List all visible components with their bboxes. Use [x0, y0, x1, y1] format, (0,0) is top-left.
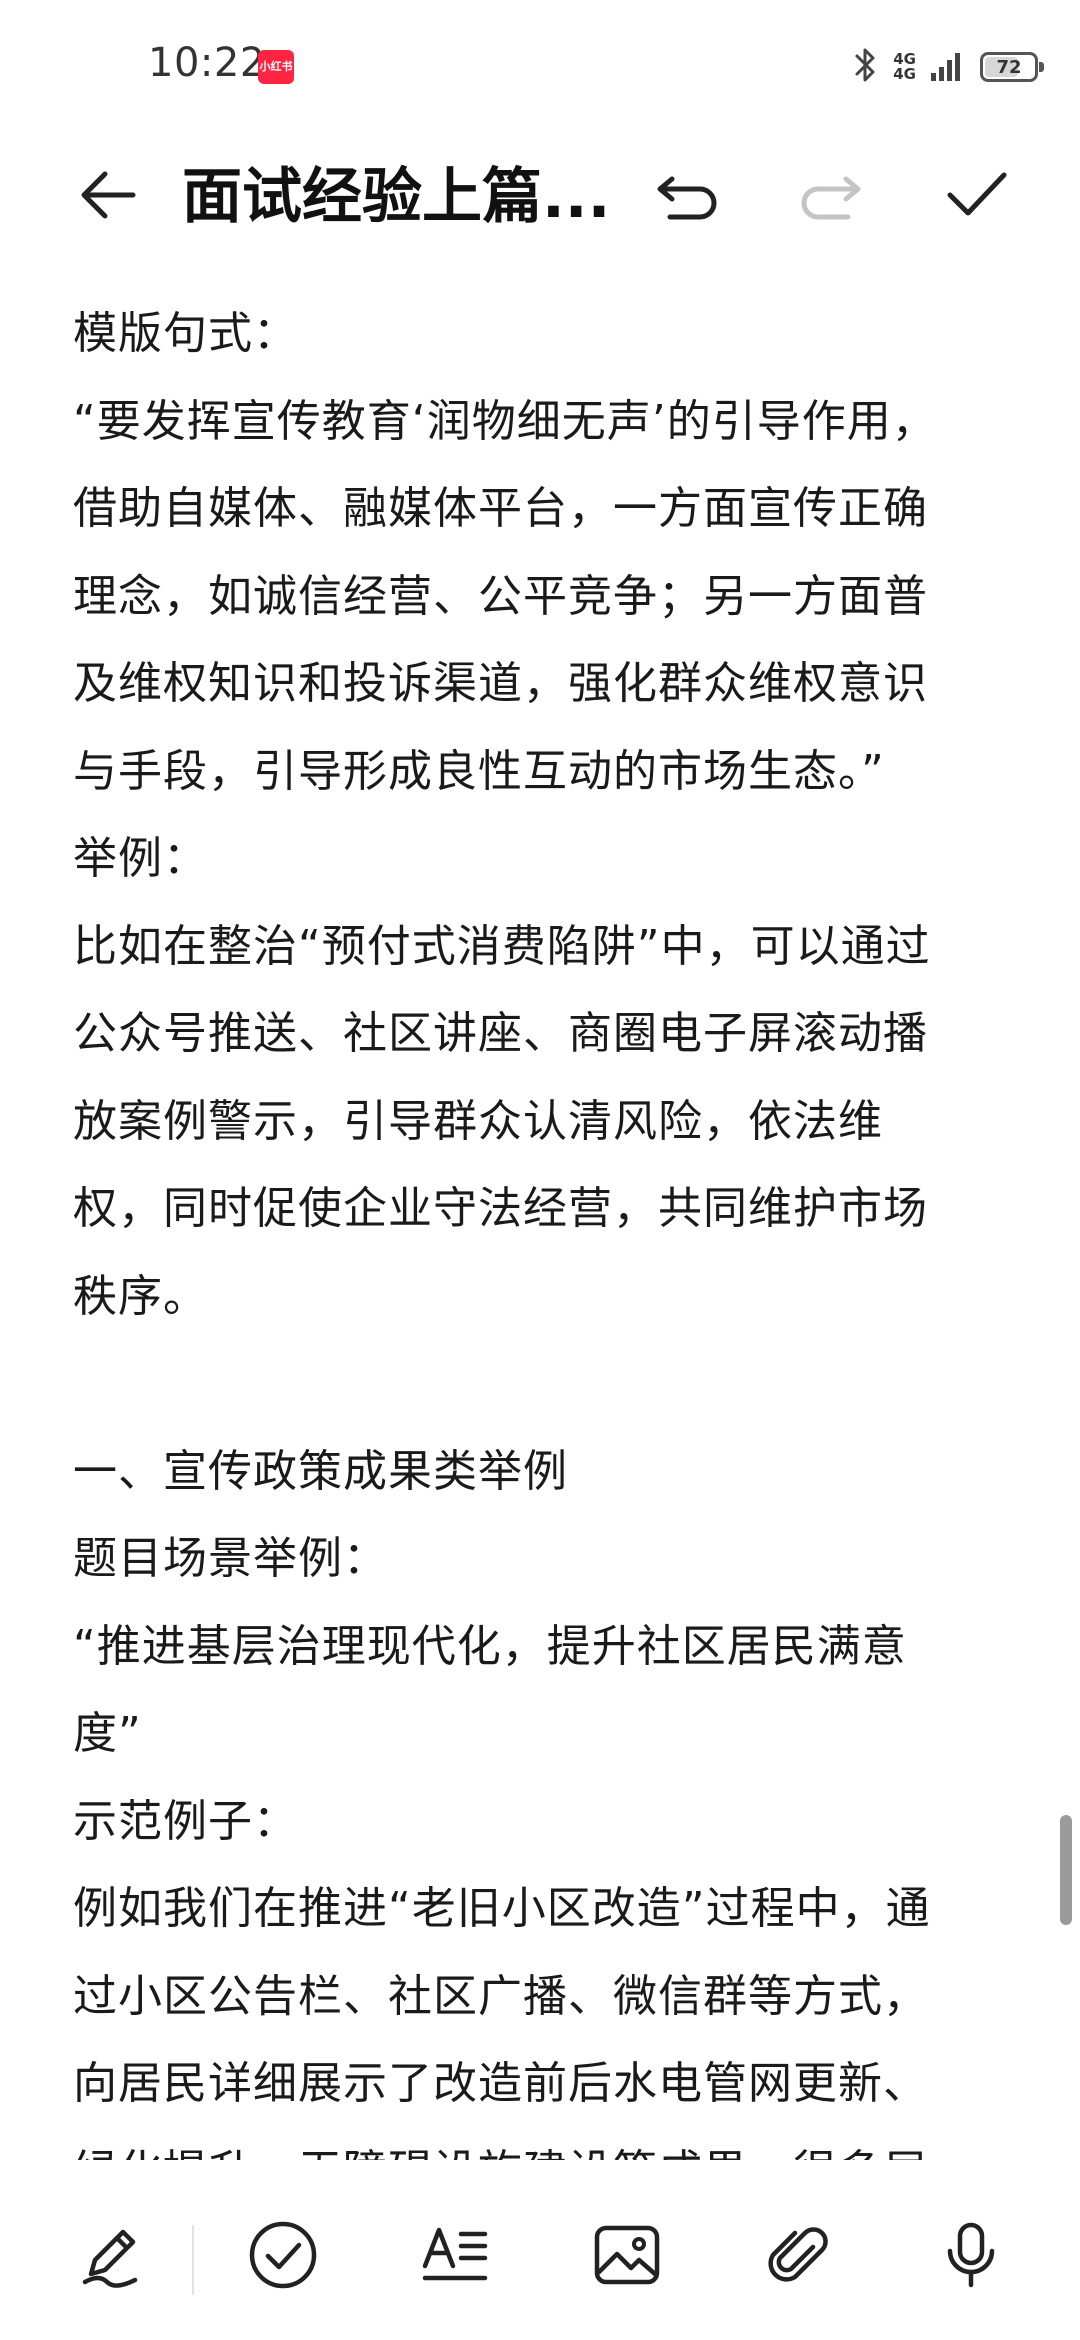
- note-paragraph: 向居民详细展示了改造前后水电管网更新、: [73, 2058, 928, 2109]
- bluetooth-icon: [853, 45, 879, 89]
- note-paragraph: 秩序。: [73, 1270, 208, 1322]
- handwriting-button[interactable]: [57, 2205, 167, 2305]
- note-paragraph: 举例：: [73, 833, 208, 884]
- xiaohongshu-notification-icon: 小红书: [258, 50, 294, 84]
- undo-icon: [657, 176, 717, 220]
- document-title: 面试经验上篇...: [182, 162, 611, 232]
- status-icons: 4G 4G 72: [853, 42, 1044, 92]
- paperclip-icon: [768, 2227, 828, 2282]
- note-paragraph: 示范例子：: [73, 1795, 298, 1847]
- checklist-button[interactable]: [228, 2205, 338, 2305]
- network-type-label: 4G 4G: [893, 50, 916, 83]
- checkmark-icon: [947, 172, 1007, 216]
- undo-button[interactable]: [637, 140, 737, 250]
- note-paragraph: 模版句式：: [73, 308, 298, 359]
- status-time: 10:22: [148, 40, 266, 86]
- note-paragraph: “推进基层治理现代化，提升社区居民满意: [73, 1620, 907, 1672]
- note-paragraph: 题目场景举例：: [73, 1533, 388, 1584]
- battery-icon: 72: [980, 52, 1044, 82]
- note-paragraph: 权，同时促使企业守法经营，共同维护市场: [73, 1183, 928, 1234]
- note-paragraph: 一、宣传政策成果类举例: [73, 1445, 568, 1497]
- note-paragraph: 理念，如诚信经营、公平竞争；另一方面普: [73, 570, 928, 622]
- note-paragraph: 公众号推送、社区讲座、商圈电子屏滚动播: [73, 1008, 928, 1059]
- attachment-button[interactable]: [744, 2205, 854, 2305]
- editor-toolbar: 面试经验上篇...: [0, 140, 1080, 250]
- battery-level: 72: [996, 56, 1022, 78]
- text-format-icon: [422, 2227, 488, 2281]
- bottom-toolbar: [0, 2185, 1080, 2325]
- note-body[interactable]: 模版句式： “要发挥宣传教育‘润物细无声’的引导作用， 借助自媒体、融媒体平台，一方…: [73, 290, 1013, 2160]
- note-paragraph: 与手段，引导形成良性互动的市场生态。”: [73, 745, 885, 797]
- check-circle-icon: [249, 2221, 317, 2289]
- microphone-icon: [947, 2222, 995, 2288]
- note-paragraph: 度”: [73, 1708, 142, 1759]
- scrollbar-thumb[interactable]: [1060, 1815, 1072, 1925]
- image-icon: [594, 2225, 660, 2285]
- insert-image-button[interactable]: [572, 2205, 682, 2305]
- back-arrow-icon: [81, 171, 136, 219]
- note-paragraph: 例如我们在推进“老旧小区改造”过程中，通: [73, 1883, 931, 1934]
- voice-input-button[interactable]: [916, 2205, 1026, 2305]
- note-paragraph: “要发挥宣传教育‘润物细无声’的引导作用，: [73, 395, 937, 447]
- note-paragraph: 比如在整治“预付式消费陷阱”中，可以通过: [73, 920, 931, 972]
- note-paragraph: 及维权知识和投诉渠道，强化群众维权意识: [73, 658, 928, 709]
- note-paragraph: 放案例警示，引导群众认清风险，依法维: [73, 1095, 883, 1147]
- signal-icon: [930, 47, 966, 87]
- note-paragraph: 绿化提升、无障碍设施建设等成果，很多居: [73, 2128, 1013, 2161]
- redo-icon: [801, 176, 861, 220]
- back-button[interactable]: [58, 140, 158, 250]
- note-paragraph: 借助自媒体、融媒体平台，一方面宣传正确: [73, 483, 928, 534]
- toolbar-divider: [192, 2225, 194, 2295]
- note-paragraph: 过小区公告栏、社区广播、微信群等方式，: [73, 1970, 928, 2022]
- pen-icon: [82, 2229, 138, 2288]
- redo-button[interactable]: [781, 140, 881, 250]
- text-format-button[interactable]: [400, 2205, 510, 2305]
- confirm-button[interactable]: [927, 140, 1027, 250]
- status-bar: 10:22 小红书 4G 4G 72: [0, 0, 1080, 130]
